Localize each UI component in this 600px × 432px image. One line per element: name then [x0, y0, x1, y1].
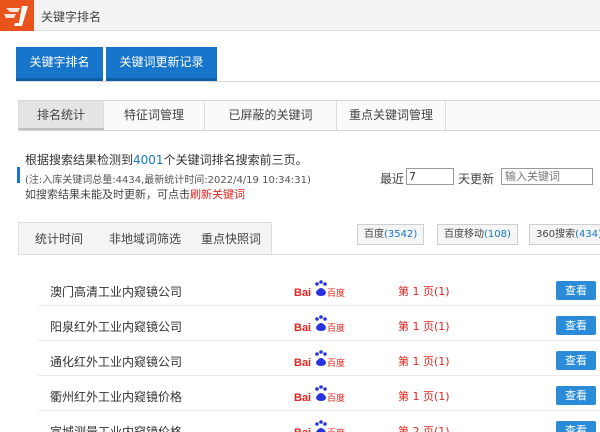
row-keyword: 通化红外工业内窥镜公司 — [50, 355, 183, 369]
filter-tab-snapshot[interactable]: 重点快照词 — [191, 223, 271, 255]
days-suffix-label: 天更新 — [458, 172, 495, 186]
row-keyword: 澳门高清工业内窥镜公司 — [50, 285, 183, 299]
info-accent-bar — [17, 167, 20, 183]
table-row: 通化红外工业内窥镜公司 Bai 百度 第 1 页(1) 查看 — [38, 342, 600, 376]
table-row: 阳泉红外工业内窥镜公司 Bai 百度 第 1 页(1) 查看 — [38, 307, 600, 341]
summary-suffix: 个关键词排名搜索前三页。 — [163, 153, 308, 167]
svg-text:Bai: Bai — [294, 392, 311, 404]
result-summary: 根据搜索结果检测到4001个关键词排名搜索前三页。 — [25, 153, 308, 168]
stats-note: (注:入库关键词总量:4434,最新统计时间:2022/4/19 10:34:3… — [25, 175, 311, 186]
refresh-hint-text: 如搜索结果未能及时更新，可点击 — [25, 188, 190, 201]
view-button[interactable]: 查看 — [556, 386, 596, 405]
engine-button-360[interactable]: 360搜索(434) — [529, 224, 600, 245]
engine-name: 360搜索 — [536, 229, 576, 240]
baidu-logo-icon: Bai 百度 — [294, 315, 345, 334]
svg-text:百度: 百度 — [327, 357, 345, 369]
engine-name: 百度 — [364, 229, 384, 240]
summary-count: 4001 — [133, 153, 164, 167]
window-titlebar: 关键字排名 — [0, 0, 600, 31]
engine-count: (434) — [575, 229, 600, 240]
filter-tab-non-region[interactable]: 非地域词筛选 — [99, 223, 191, 255]
baidu-logo-icon: Bai 百度 — [294, 280, 345, 299]
engine-button-baidu-mobile[interactable]: 百度移动(108) — [437, 224, 518, 245]
tab-keyword-ranking[interactable]: 关键字排名 — [16, 47, 103, 82]
svg-text:百度: 百度 — [327, 427, 345, 432]
row-rank: 第 1 页(1) — [398, 320, 450, 333]
row-keyword: 宣城测量工业内窥镜价格 — [50, 425, 183, 432]
view-button[interactable]: 查看 — [556, 421, 596, 432]
svg-text:Bai: Bai — [294, 427, 311, 432]
subtab-key-keywords[interactable]: 重点关键词管理 — [337, 101, 446, 130]
tab-divider — [16, 81, 600, 82]
days-input[interactable]: 7 — [406, 168, 454, 185]
filter-tab-stat-time[interactable]: 统计时间 — [19, 223, 99, 255]
engine-name: 百度移动 — [444, 229, 484, 240]
engine-button-baidu[interactable]: 百度(3542) — [357, 224, 425, 245]
row-rank: 第 2 页(1) — [398, 425, 450, 432]
svg-text:百度: 百度 — [327, 322, 345, 334]
row-rank: 第 1 页(1) — [398, 285, 450, 298]
table-row: 澳门高清工业内窥镜公司 Bai 百度 第 1 页(1) 查看 — [38, 272, 600, 306]
recent-label: 最近 — [380, 172, 405, 186]
svg-text:百度: 百度 — [327, 392, 345, 404]
keyword-search-input[interactable]: 输入关键词 — [501, 168, 593, 185]
view-button[interactable]: 查看 — [556, 316, 596, 335]
baidu-logo-icon: Bai 百度 — [294, 420, 345, 432]
engine-count: (108) — [484, 229, 511, 240]
baidu-logo-icon: Bai 百度 — [294, 385, 345, 404]
svg-text:百度: 百度 — [327, 287, 345, 299]
svg-text:Bai: Bai — [294, 322, 311, 334]
row-rank: 第 1 页(1) — [398, 390, 450, 403]
row-rank: 第 1 页(1) — [398, 355, 450, 368]
table-row: 宣城测量工业内窥镜价格 Bai 百度 第 2 页(1) 查看 — [38, 412, 600, 432]
subtab-ranking-stats[interactable]: 排名统计 — [19, 101, 104, 130]
svg-text:Bai: Bai — [294, 357, 311, 369]
window-title: 关键字排名 — [41, 10, 102, 24]
subtab-feature-words[interactable]: 特征词管理 — [104, 101, 205, 130]
refresh-hint: 如搜索结果未能及时更新，可点击刷新关键词 — [25, 186, 245, 202]
engine-count: (3542) — [384, 229, 418, 240]
view-button[interactable]: 查看 — [556, 351, 596, 370]
filter-tab-bar: 统计时间 非地域词筛选 重点快照词 — [18, 222, 272, 254]
summary-prefix: 根据搜索结果检测到 — [25, 153, 134, 167]
sub-tab-bar: 排名统计 特征词管理 已屏蔽的关键词 重点关键词管理 — [18, 100, 600, 131]
app-logo-icon — [0, 0, 34, 31]
subtab-blocked-keywords[interactable]: 已屏蔽的关键词 — [205, 101, 337, 130]
view-button[interactable]: 查看 — [556, 281, 596, 300]
tab-keyword-update-log[interactable]: 关键词更新记录 — [106, 47, 217, 82]
row-keyword: 阳泉红外工业内窥镜公司 — [50, 320, 183, 334]
refresh-keywords-link[interactable]: 刷新关键词 — [190, 188, 245, 201]
baidu-logo-icon: Bai 百度 — [294, 350, 345, 369]
svg-text:Bai: Bai — [294, 287, 311, 299]
table-row: 衢州红外工业内窥镜价格 Bai 百度 第 1 页(1) 查看 — [38, 377, 600, 411]
row-keyword: 衢州红外工业内窥镜价格 — [50, 390, 183, 404]
